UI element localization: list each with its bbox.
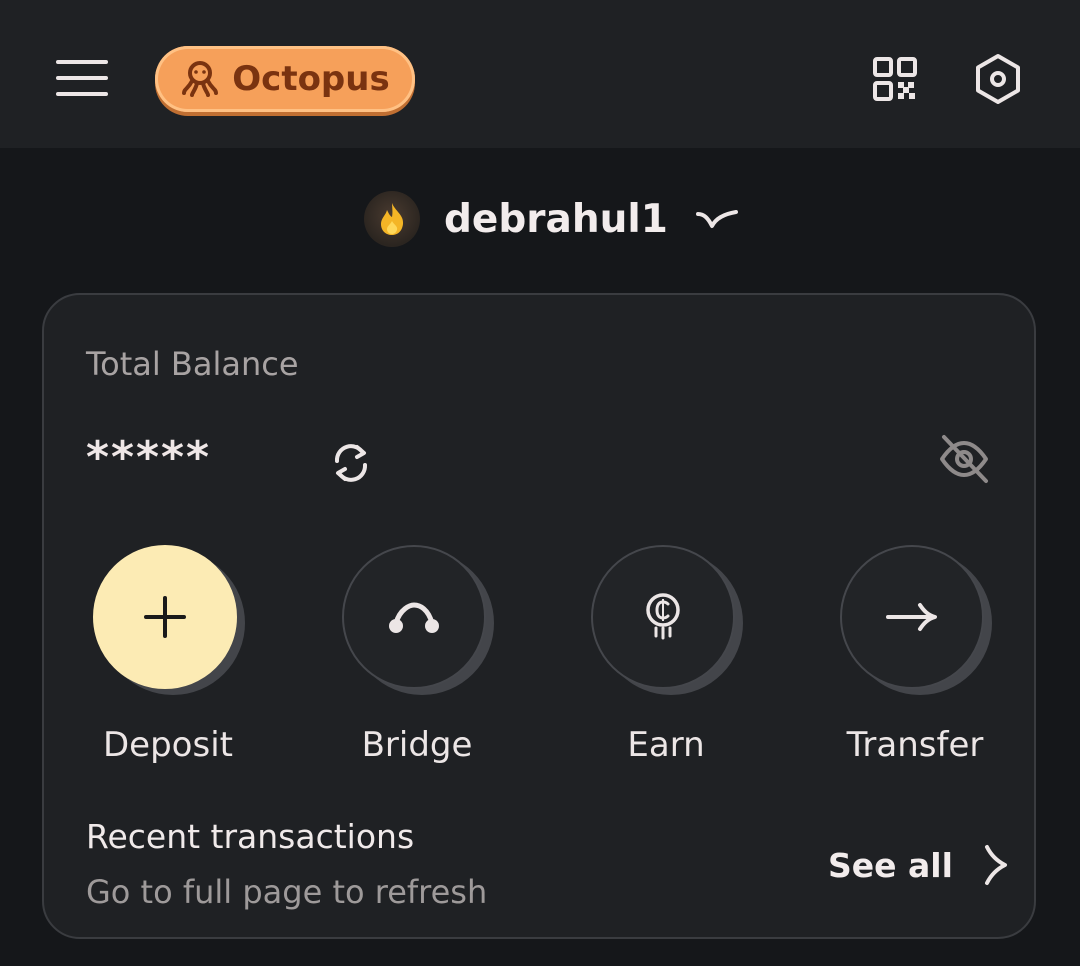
deposit-label: Deposit [103, 725, 233, 765]
coin-icon [646, 593, 680, 640]
deposit-button[interactable] [93, 545, 245, 695]
account-selector[interactable]: debrahul1 [364, 188, 740, 250]
arrow-right-icon [886, 603, 937, 631]
qr-code-icon [873, 57, 917, 101]
toggle-balance-visibility-button[interactable] [936, 431, 992, 487]
transfer-button[interactable] [840, 545, 992, 695]
chevron-down-icon [695, 210, 738, 228]
hamburger-menu-icon [56, 60, 108, 96]
flame-icon [381, 203, 404, 235]
deposit-action[interactable]: Deposit [68, 545, 268, 765]
settings-hexagon-icon [976, 54, 1020, 104]
refresh-balance-button[interactable] [327, 439, 375, 487]
earn-action[interactable]: Earn [566, 545, 766, 765]
bridge-action[interactable]: Bridge [317, 545, 517, 765]
earn-button[interactable] [591, 545, 743, 695]
menu-button[interactable] [52, 54, 112, 102]
account-name: debrahul1 [444, 196, 668, 242]
bridge-button[interactable] [342, 545, 494, 695]
see-all-label: See all [828, 845, 953, 885]
bridge-icon [389, 602, 439, 633]
settings-button[interactable] [972, 52, 1024, 106]
top-bar: Octopus [0, 0, 1080, 148]
recent-transactions-title: Recent transactions [86, 817, 415, 856]
brand-label: Octopus [232, 59, 390, 99]
qr-code-button[interactable] [872, 56, 918, 102]
transfer-label: Transfer [846, 725, 984, 765]
deposit-button-face [93, 545, 237, 689]
refresh-icon [335, 444, 367, 482]
octopus-icon [182, 61, 219, 97]
total-balance-label: Total Balance [86, 345, 299, 383]
balance-value-masked: ***** [86, 432, 212, 483]
eye-off-icon [940, 435, 988, 483]
avatar [364, 191, 420, 247]
chevron-right-icon [984, 845, 1007, 885]
earn-label: Earn [627, 725, 705, 765]
brand-badge[interactable]: Octopus [155, 46, 415, 112]
transfer-action[interactable]: Transfer [815, 545, 1015, 765]
balance-card: Total Balance ***** Deposit Bridge Earn … [42, 293, 1036, 939]
recent-transactions-subtitle: Go to full page to refresh [86, 873, 488, 911]
transfer-button-face [840, 545, 984, 689]
earn-button-face [591, 545, 735, 689]
plus-icon [144, 596, 186, 638]
bridge-button-face [342, 545, 486, 689]
bridge-label: Bridge [361, 725, 473, 765]
see-all-link[interactable]: See all [828, 843, 1009, 887]
